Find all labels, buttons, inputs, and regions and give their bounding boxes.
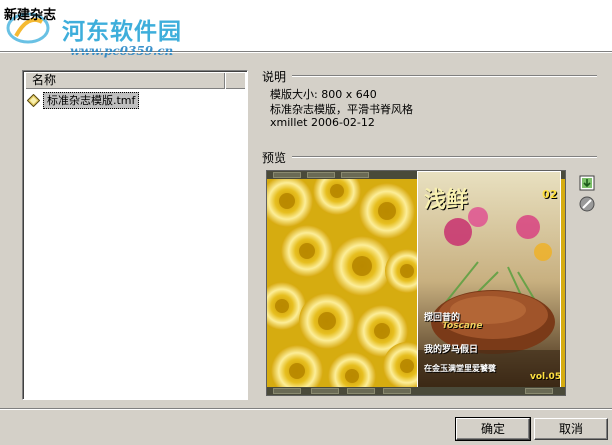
dialog-header: 新建杂志 河东软件园 www.pc0359.cn (0, 0, 612, 58)
watermark-title: 河东软件园 (62, 18, 182, 45)
cancel-button[interactable]: 取消 (534, 418, 608, 440)
new-magazine-dialog: 新建杂志 河东软件园 www.pc0359.cn 名称 标准杂志模版.tmf 说… (0, 0, 612, 445)
template-style-text: 标准杂志模版，平滑书脊风格 (270, 103, 413, 116)
watermark-url: www.pc0359.cn (70, 44, 174, 58)
bottom-nav-strip (267, 387, 565, 395)
magazine-cover: 浅鲜 02 搅回昔的 Toscane 我的罗马假日 在金玉满堂里爱饕餮 vol.… (417, 171, 561, 389)
template-author-text: xmillet 2006-02-12 (270, 116, 375, 129)
preview-divider (292, 156, 597, 158)
cover-story-1-en: Toscane (442, 321, 483, 331)
description-heading: 说明 (262, 70, 287, 84)
cover-volume: vol.05 (530, 372, 561, 382)
cover-issue-number: 02 (542, 188, 558, 201)
dialog-title: 新建杂志 (4, 8, 57, 23)
template-list[interactable]: 名称 标准杂志模版.tmf (22, 70, 248, 400)
list-column-header: 名称 (25, 73, 245, 89)
ok-button[interactable]: 确定 (455, 417, 531, 441)
cover-story-3: 在金玉满堂里爱饕餮 (424, 364, 496, 373)
description-divider (292, 75, 597, 77)
cover-headline: 浅鲜 (424, 187, 469, 213)
list-item-label: 标准杂志模版.tmf (43, 91, 140, 109)
preview-image: 浅鲜 02 搅回昔的 Toscane 我的罗马假日 在金玉满堂里爱饕餮 vol.… (266, 170, 566, 396)
preview-heading: 预览 (262, 151, 287, 165)
cover-story-2: 我的罗马假日 (424, 345, 479, 355)
column-name-header[interactable]: 名称 (25, 73, 225, 89)
list-item[interactable]: 标准杂志模版.tmf (27, 91, 140, 109)
column-blank-header (225, 73, 245, 89)
footer-divider (0, 408, 612, 410)
clear-image-icon[interactable] (579, 196, 595, 212)
diamond-icon (27, 93, 40, 107)
template-size-text: 模版大小: 800 x 640 (270, 88, 377, 101)
import-image-icon[interactable] (579, 175, 595, 191)
